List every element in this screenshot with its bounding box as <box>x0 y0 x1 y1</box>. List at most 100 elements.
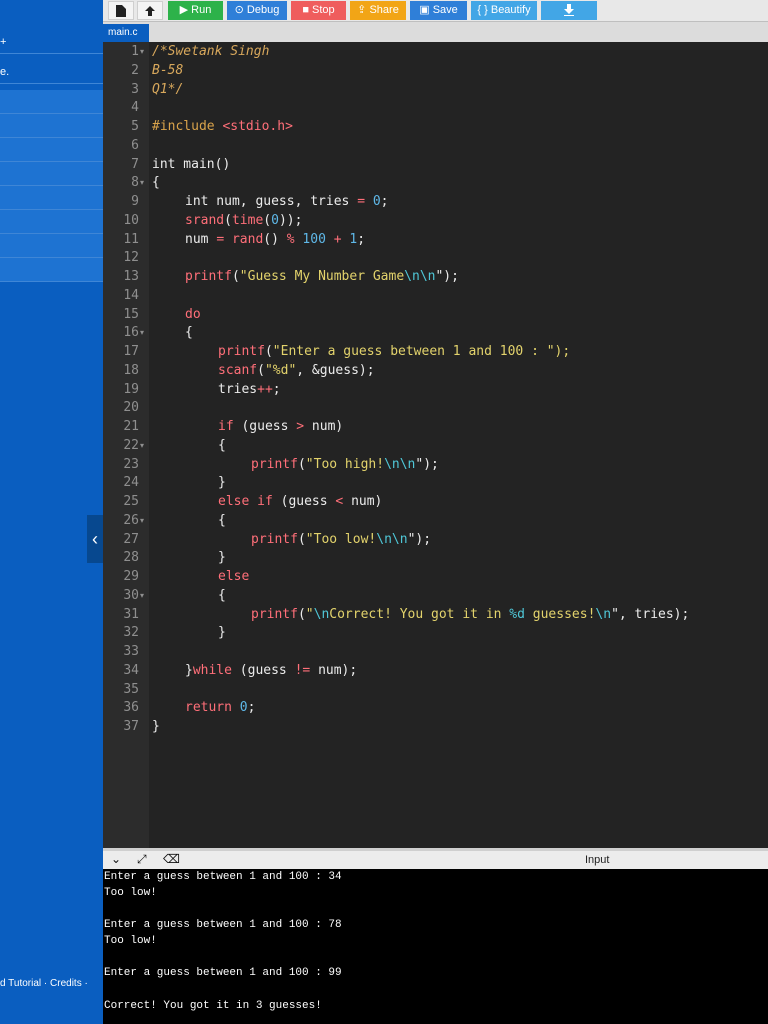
line-number: 37 <box>123 719 139 734</box>
code-line: srand(time(0)); <box>185 213 303 228</box>
console-line: Too low! <box>104 887 157 899</box>
line-number: 31 <box>123 607 139 622</box>
code-line: else <box>218 569 250 584</box>
stop-icon: ■ <box>302 4 309 16</box>
line-number: 32 <box>123 625 139 640</box>
sidebar-item[interactable] <box>0 162 103 186</box>
code-line: } <box>218 475 226 490</box>
code-line: } <box>152 719 160 734</box>
line-number: 7 <box>131 157 139 172</box>
console-output[interactable]: Enter a guess between 1 and 100 : 34 Too… <box>103 869 768 1024</box>
line-number: 33 <box>123 644 139 659</box>
sidebar-item[interactable] <box>0 186 103 210</box>
sidebar-item[interactable]: + <box>0 30 103 54</box>
code-line: { <box>218 588 226 603</box>
share-icon: ⇪ <box>357 4 367 16</box>
code-editor[interactable]: 1 2 3 4 5 6 7 8 9 10 11 12 13 14 15 16 1… <box>103 42 768 848</box>
sidebar-item[interactable] <box>0 114 103 138</box>
console-line: Enter a guess between 1 and 100 : 99 <box>104 967 342 979</box>
line-number: 26 <box>123 513 139 528</box>
share-button[interactable]: ⇪ Share <box>350 1 406 20</box>
upload-button[interactable] <box>137 1 163 20</box>
code-line: /*Swetank Singh <box>152 44 270 59</box>
line-number: 5 <box>131 119 139 134</box>
save-button[interactable]: ▣ Save <box>410 1 467 20</box>
code-line: printf("Enter a guess between 1 and 100 … <box>218 344 571 359</box>
tab-bar: main.c <box>103 22 768 42</box>
line-number: 4 <box>131 100 139 115</box>
code-line: else if (guess < num) <box>218 494 383 509</box>
code-line: { <box>218 438 226 453</box>
code-line: num = rand() % 100 + 1; <box>185 232 366 247</box>
code-line: }while (guess != num); <box>185 663 358 678</box>
line-number: 35 <box>123 682 139 697</box>
toolbar: ▶ Run ⊙ Debug ■ Stop ⇪ Share ▣ Save { } … <box>103 0 768 22</box>
download-button[interactable] <box>541 1 597 20</box>
stop-button[interactable]: ■ Stop <box>291 1 346 20</box>
chevron-down-icon[interactable]: ⌄ <box>111 852 121 866</box>
sidebar-item[interactable] <box>0 210 103 234</box>
console-line: Enter a guess between 1 and 100 : 78 <box>104 919 342 931</box>
new-file-button[interactable] <box>108 1 134 20</box>
line-number: 2 <box>131 63 139 78</box>
code-line: tries++; <box>218 382 281 397</box>
sidebar-footer-links[interactable]: d Tutorial · Credits · <box>0 978 103 989</box>
run-button[interactable]: ▶ Run <box>168 1 223 20</box>
debug-label: Debug <box>246 4 280 16</box>
fold-marker-icon[interactable]: ▾ <box>140 328 148 337</box>
line-number: 28 <box>123 550 139 565</box>
fold-marker-icon[interactable]: ▾ <box>140 178 148 187</box>
new-file-icon <box>116 5 126 17</box>
clear-console-icon[interactable]: ⌫ <box>163 852 180 866</box>
line-number: 10 <box>123 213 139 228</box>
console-line: Enter a guess between 1 and 100 : 34 <box>104 871 342 883</box>
code-line: #include <stdio.h> <box>152 119 293 134</box>
line-number: 20 <box>123 400 139 415</box>
line-number: 1 <box>131 44 139 59</box>
play-icon: ▶ <box>179 4 189 16</box>
sidebar-item[interactable] <box>0 234 103 258</box>
fold-marker-icon[interactable]: ▾ <box>140 441 148 450</box>
code-line: { <box>185 325 193 340</box>
debug-button[interactable]: ⊙ Debug <box>227 1 287 20</box>
stop-label: Stop <box>312 4 335 16</box>
line-number: 23 <box>123 457 139 472</box>
code-line: printf("Guess My Number Game\n\n"); <box>185 269 459 284</box>
code-line: int main() <box>152 157 231 172</box>
line-number: 18 <box>123 363 139 378</box>
line-number: 12 <box>123 250 139 265</box>
code-line: int num, guess, tries = 0; <box>185 194 389 209</box>
code-line: } <box>218 550 226 565</box>
collapse-sidebar-button[interactable]: ‹ <box>87 515 103 563</box>
line-number: 19 <box>123 382 139 397</box>
fold-marker-icon[interactable]: ▾ <box>140 591 148 600</box>
code-line: } <box>218 625 226 640</box>
code-line: do <box>185 307 201 322</box>
line-number: 21 <box>123 419 139 434</box>
line-number: 8 <box>131 175 139 190</box>
line-number: 6 <box>131 138 139 153</box>
sidebar-item[interactable] <box>0 138 103 162</box>
code-line: { <box>218 513 226 528</box>
sidebar-item[interactable] <box>0 258 103 282</box>
line-number: 15 <box>123 307 139 322</box>
sidebar-item[interactable] <box>0 90 103 114</box>
line-number: 22 <box>123 438 139 453</box>
line-number: 27 <box>123 532 139 547</box>
code-line: return 0; <box>185 700 256 715</box>
code-line: { <box>152 175 160 190</box>
run-label: Run <box>191 4 212 16</box>
line-number: 9 <box>131 194 139 209</box>
fold-marker-icon[interactable]: ▾ <box>140 516 148 525</box>
sidebar-item-label: e. <box>0 66 10 78</box>
code-line: printf("\nCorrect! You got it in %d gues… <box>251 607 690 622</box>
beautify-label: { } Beautify <box>477 4 531 16</box>
fold-marker-icon[interactable]: ▾ <box>140 47 148 56</box>
expand-icon[interactable]: ⤢ <box>137 852 147 867</box>
share-label: Share <box>369 4 399 16</box>
sidebar-item-label: + <box>0 36 7 48</box>
debug-icon: ⊙ <box>234 4 244 16</box>
tab-main-c[interactable]: main.c <box>103 24 149 42</box>
beautify-button[interactable]: { } Beautify <box>471 1 537 20</box>
sidebar-item[interactable]: e. <box>0 60 103 84</box>
